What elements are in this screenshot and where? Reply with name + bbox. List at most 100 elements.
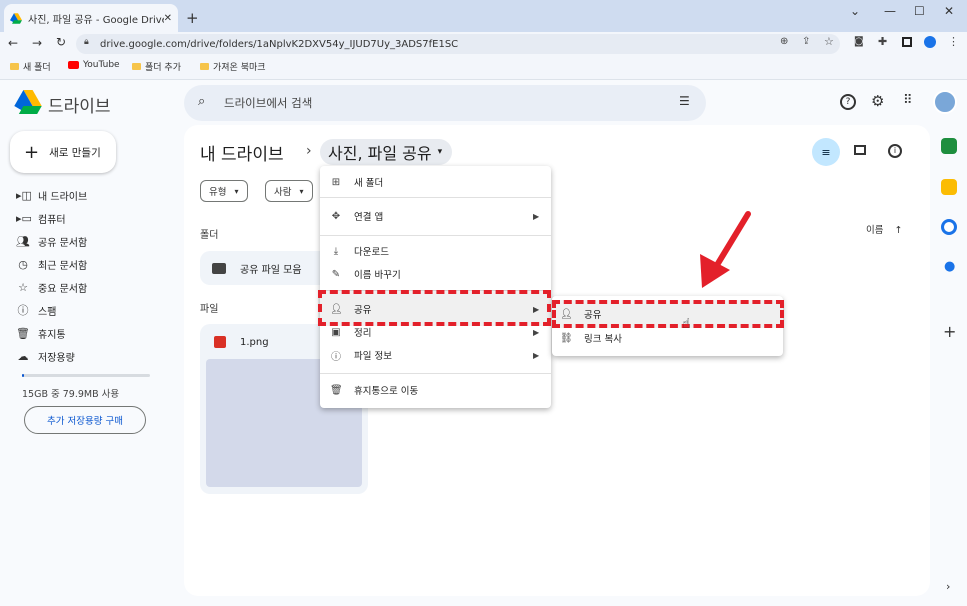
menu-file-info[interactable]: ⓘ 파일 정보 bbox=[330, 344, 392, 366]
app-name: 드라이브 bbox=[48, 97, 111, 117]
bookmark-item[interactable]: 폴더 추가 bbox=[132, 60, 181, 73]
filter-icon: ≡ bbox=[821, 145, 831, 159]
account-avatar[interactable] bbox=[933, 90, 957, 114]
folder-icon bbox=[200, 63, 209, 70]
get-addons-icon[interactable]: + bbox=[943, 322, 956, 341]
tab-close-icon[interactable]: ✕ bbox=[164, 13, 172, 24]
tab-search-icon[interactable]: ⌄ bbox=[850, 4, 860, 18]
menu-download[interactable]: ⤓ 다운로드 bbox=[330, 240, 389, 262]
nav-shared[interactable]: 👥︎ 공유 문서함 bbox=[16, 231, 87, 251]
folder-name: 공유 파일 모음 bbox=[240, 264, 302, 276]
bookmark-item[interactable]: 새 폴더 bbox=[10, 60, 51, 73]
sidepanel-icon[interactable] bbox=[902, 37, 912, 47]
image-file-icon bbox=[214, 336, 226, 348]
menu-open-with[interactable]: ✥ 연결 앱 bbox=[330, 205, 383, 227]
new-button[interactable]: + 새로 만들기 bbox=[10, 131, 116, 173]
storage-bar-fill bbox=[22, 374, 24, 377]
trash-icon: 🗑︎ bbox=[330, 384, 343, 396]
storage-bar bbox=[22, 374, 150, 377]
nav-my-drive[interactable]: ▸◫ 내 드라이브 bbox=[16, 185, 87, 205]
side-panel-toggle-icon[interactable]: › bbox=[946, 580, 950, 593]
lock-icon[interactable]: 🔒︎ bbox=[84, 37, 89, 47]
menu-new-folder[interactable]: ⊞ 새 폴더 bbox=[330, 171, 383, 193]
profile-icon[interactable] bbox=[924, 36, 936, 48]
nav-spam[interactable]: ⓘ 스팸 bbox=[16, 300, 57, 320]
shared-people-icon: 👥︎ bbox=[16, 234, 30, 248]
nav-trash[interactable]: 🗑︎ 휴지통 bbox=[16, 323, 66, 343]
tab-title: 사진, 파일 공유 - Google Drive bbox=[28, 14, 164, 26]
bookmark-item[interactable]: 가져온 북마크 bbox=[200, 60, 266, 73]
contacts-icon[interactable]: ● bbox=[944, 259, 955, 274]
bookmark-youtube[interactable]: YouTube bbox=[68, 60, 120, 70]
filter-people-chip[interactable]: 사람 ▾ bbox=[265, 180, 313, 202]
dropdown-icon: ▾ bbox=[437, 147, 443, 157]
forward-icon[interactable]: → bbox=[32, 36, 42, 50]
maximize-button[interactable]: ☐ bbox=[914, 4, 925, 18]
apps-icon: ✥ bbox=[331, 210, 341, 222]
search-input[interactable]: 드라이브에서 검색 bbox=[184, 85, 706, 121]
tasks-icon[interactable] bbox=[941, 219, 957, 235]
nav-starred[interactable]: ☆ 중요 문서함 bbox=[16, 277, 87, 297]
keep-icon[interactable] bbox=[941, 179, 957, 195]
submenu-arrow-icon: ▶ bbox=[533, 351, 540, 360]
hand-cursor-icon: ☝︎ bbox=[682, 316, 691, 332]
menu-divider bbox=[320, 373, 551, 374]
reload-icon[interactable]: ↻ bbox=[56, 35, 66, 49]
chevron-down-icon: ▾ bbox=[299, 186, 304, 196]
folder-icon bbox=[132, 63, 141, 70]
minimize-button[interactable]: — bbox=[884, 4, 896, 18]
browser-menu-icon[interactable]: ⋮ bbox=[948, 35, 959, 48]
breadcrumb-current-folder[interactable]: 사진, 파일 공유 ▾ bbox=[320, 139, 453, 165]
info-icon: ⓘ bbox=[331, 351, 341, 363]
submenu-copy-link[interactable]: ⛓︎ 링크 복사 bbox=[560, 327, 622, 349]
organize-folder-icon: ▣ bbox=[331, 326, 341, 338]
close-window-button[interactable]: ✕ bbox=[944, 4, 954, 18]
breadcrumb-chevron-icon: › bbox=[306, 143, 312, 159]
settings-gear-icon[interactable]: ⚙ bbox=[871, 92, 884, 110]
sort-by-name[interactable]: 이름 ↑ bbox=[866, 222, 902, 236]
my-drive-icon: ▸◫ bbox=[16, 188, 32, 202]
file-name: 1.png bbox=[240, 337, 269, 348]
star-icon: ☆ bbox=[18, 280, 28, 294]
info-icon[interactable]: i bbox=[888, 144, 902, 158]
drive-logo-icon[interactable] bbox=[14, 90, 42, 114]
nav-computers[interactable]: ▸▭ 컴퓨터 bbox=[16, 208, 66, 228]
menu-divider bbox=[320, 235, 551, 236]
highlight-box-share bbox=[318, 290, 551, 326]
search-icon[interactable]: ⌕ bbox=[198, 94, 205, 109]
calendar-icon[interactable] bbox=[941, 138, 957, 154]
url-text: drive.google.com/drive/folders/1aNplvK2D… bbox=[100, 38, 459, 50]
extensions-icon[interactable]: ✚ bbox=[878, 35, 887, 48]
nav-storage[interactable]: ☁ 저장용량 bbox=[16, 346, 75, 366]
chevron-down-icon: ▾ bbox=[234, 186, 239, 196]
share-page-icon[interactable]: ⇪ bbox=[802, 36, 810, 47]
menu-rename[interactable]: ✎ 이름 바꾸기 bbox=[330, 263, 401, 285]
red-arrow-annotation-icon bbox=[700, 211, 751, 288]
highlight-box-submenu-share bbox=[552, 300, 784, 328]
buy-storage-button[interactable]: 추가 저장용량 구매 bbox=[24, 406, 146, 434]
arrow-up-icon: ↑ bbox=[894, 225, 903, 236]
search-options-icon[interactable]: ☰ bbox=[679, 94, 690, 108]
new-tab-button[interactable]: + bbox=[186, 9, 199, 27]
address-bar[interactable]: drive.google.com/drive/folders/1aNplvK2D… bbox=[76, 34, 840, 54]
install-icon[interactable]: ⊕ bbox=[780, 36, 788, 47]
bookmark-star-icon[interactable]: ☆ bbox=[824, 35, 834, 48]
clock-icon: ◷ bbox=[18, 257, 28, 271]
cloud-icon: ☁ bbox=[17, 349, 29, 363]
folder-icon bbox=[212, 262, 226, 274]
plus-icon: + bbox=[24, 141, 40, 163]
nav-recent[interactable]: ◷ 최근 문서함 bbox=[16, 254, 87, 274]
menu-divider bbox=[320, 197, 551, 198]
menu-move-to-trash[interactable]: 🗑︎ 휴지통으로 이동 bbox=[330, 379, 418, 401]
back-icon[interactable]: ← bbox=[8, 36, 18, 50]
filter-type-chip[interactable]: 유형 ▾ bbox=[200, 180, 248, 202]
filter-view-button[interactable]: ≡ bbox=[812, 138, 840, 166]
breadcrumb-my-drive[interactable]: 내 드라이브 bbox=[200, 140, 284, 165]
layout-toggle-icon[interactable] bbox=[854, 145, 866, 155]
apps-grid-icon[interactable]: ⠿ bbox=[903, 93, 913, 108]
search-placeholder: 드라이브에서 검색 bbox=[224, 96, 313, 110]
camera-icon[interactable]: ◙ bbox=[854, 36, 864, 47]
help-icon[interactable]: ? bbox=[840, 94, 856, 110]
trash-icon: 🗑︎ bbox=[16, 326, 30, 340]
browser-tab[interactable]: 사진, 파일 공유 - Google Drive ✕ bbox=[4, 4, 178, 32]
